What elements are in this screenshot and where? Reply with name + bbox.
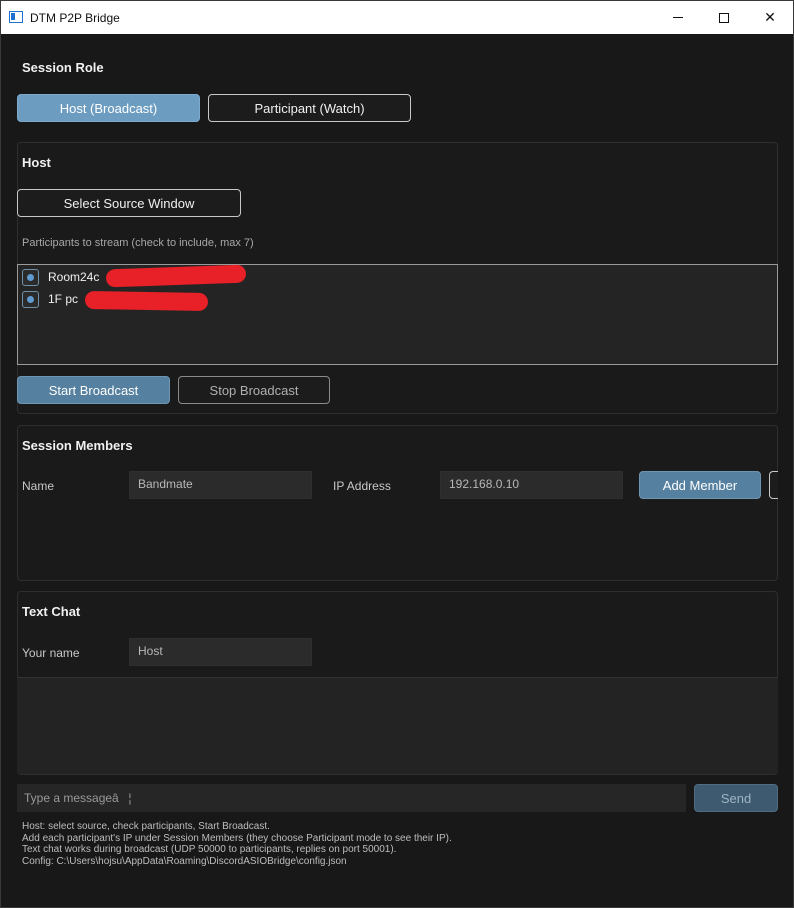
redaction-mark — [105, 264, 247, 288]
participant-mode-button[interactable]: Participant (Watch) — [208, 94, 411, 122]
overflow-button[interactable] — [769, 471, 778, 499]
checked-indicator-icon — [27, 273, 34, 281]
member-name-input[interactable]: Bandmate — [129, 471, 312, 499]
text-chat-heading: Text Chat — [22, 604, 81, 619]
participant-name: 1F pc — [48, 292, 79, 306]
start-broadcast-button[interactable]: Start Broadcast — [17, 376, 170, 404]
stop-broadcast-button[interactable]: Stop Broadcast — [178, 376, 330, 404]
your-name-label: Your name — [22, 646, 80, 660]
message-input[interactable]: Type a messageâ¦ — [17, 784, 686, 812]
title-bar: DTM P2P Bridge ✕ — [1, 1, 793, 34]
add-member-button[interactable]: Add Member — [639, 471, 761, 499]
send-button[interactable]: Send — [694, 784, 778, 812]
redaction-mark — [84, 290, 209, 312]
participant-checkbox[interactable] — [22, 268, 39, 286]
host-heading: Host — [22, 155, 51, 170]
app-window: DTM P2P Bridge ✕ Session Role Host (Broa… — [0, 0, 794, 908]
member-ip-label: IP Address — [333, 479, 391, 493]
help-text: Host: select source, check participants,… — [22, 821, 452, 867]
participant-item[interactable]: Room24c — [22, 268, 99, 286]
member-ip-input[interactable]: 192.168.0.10 — [440, 471, 623, 499]
help-line: Host: select source, check participants,… — [22, 821, 270, 832]
select-source-window-button[interactable]: Select Source Window — [17, 189, 241, 217]
participant-item[interactable]: 1F pc — [22, 290, 78, 308]
session-role-heading: Session Role — [22, 60, 104, 75]
close-button[interactable]: ✕ — [747, 1, 793, 34]
minimize-icon — [673, 17, 683, 18]
maximize-icon — [719, 12, 729, 23]
checked-indicator-icon — [27, 295, 34, 303]
participant-checkbox[interactable] — [22, 290, 39, 308]
participants-hint: Participants to stream (check to include… — [22, 237, 254, 249]
maximize-button[interactable] — [701, 1, 747, 34]
close-icon: ✕ — [764, 9, 776, 25]
window-title: DTM P2P Bridge — [30, 11, 120, 25]
help-line: Text chat works during broadcast (UDP 50… — [22, 844, 397, 855]
help-line: Config: C:\Users\hojsu\AppData\Roaming\D… — [22, 855, 347, 867]
participants-list[interactable]: Room24c 1F pc — [17, 264, 778, 365]
your-name-input[interactable]: Host — [129, 638, 312, 666]
participant-name: Room24c — [48, 270, 100, 284]
app-icon — [9, 11, 23, 23]
help-line: Add each participant's IP under Session … — [22, 832, 452, 844]
session-members-heading: Session Members — [22, 438, 133, 453]
host-mode-button[interactable]: Host (Broadcast) — [17, 94, 200, 122]
minimize-button[interactable] — [655, 1, 701, 34]
chat-log[interactable] — [17, 677, 778, 774]
member-name-label: Name — [22, 479, 55, 493]
